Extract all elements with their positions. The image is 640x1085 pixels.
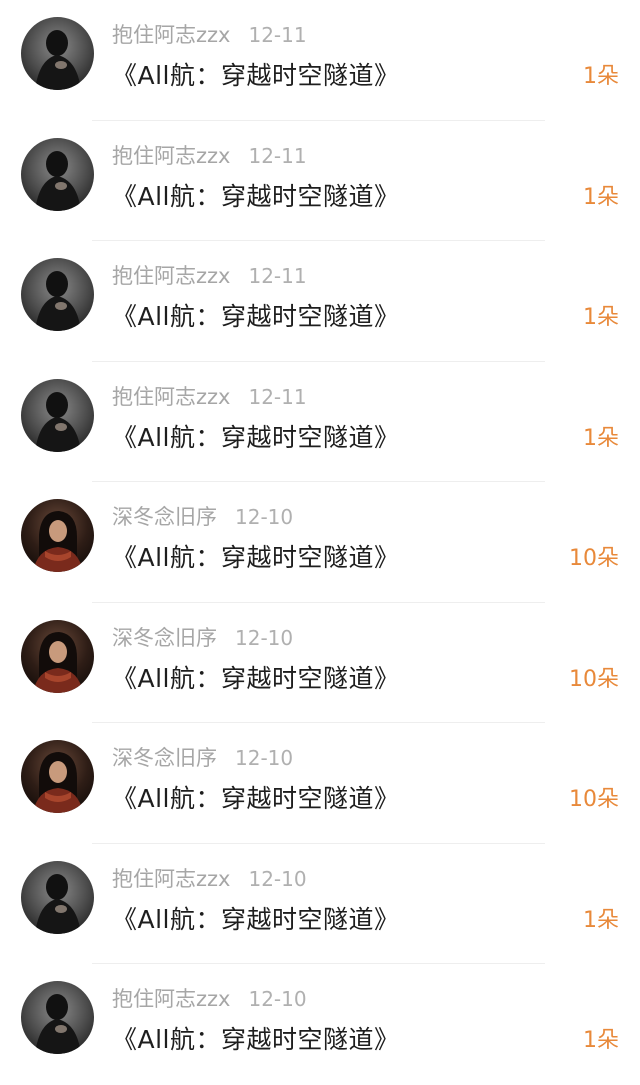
record-date: 12-10 — [235, 505, 294, 529]
record-meta: 深冬念旧序 12-10 — [112, 624, 293, 652]
avatar[interactable] — [21, 258, 94, 331]
list-item[interactable]: 抱住阿志zzx 12-11 《All航：穿越时空隧道》 1朵 — [0, 362, 640, 482]
record-meta: 抱住阿志zzx 12-10 — [112, 985, 307, 1013]
list-item[interactable]: 深冬念旧序 12-10 《All航：穿越时空隧道》 10朵 — [0, 723, 640, 844]
gift-count: 10朵 — [569, 546, 619, 571]
avatar[interactable] — [21, 499, 94, 572]
list-item[interactable]: 抱住阿志zzx 12-10 《All航：穿越时空隧道》 1朵 — [0, 844, 640, 964]
username[interactable]: 深冬念旧序 — [112, 626, 217, 650]
gift-count: 1朵 — [583, 425, 619, 451]
novel-title[interactable]: 《All航：穿越时空隧道》 — [112, 420, 400, 456]
record-date: 12-11 — [248, 23, 307, 47]
username[interactable]: 抱住阿志zzx — [112, 264, 230, 288]
avatar[interactable] — [21, 860, 94, 934]
record-date: 12-10 — [235, 625, 294, 650]
avatar[interactable] — [21, 137, 94, 211]
gift-count: 10朵 — [569, 787, 619, 812]
record-meta: 深冬念旧序 12-10 — [112, 503, 293, 531]
record-meta: 抱住阿志zzx 12-11 — [112, 262, 307, 290]
record-date: 12-10 — [248, 866, 307, 891]
record-date: 12-11 — [248, 384, 307, 409]
username[interactable]: 抱住阿志zzx — [112, 385, 230, 409]
gift-count: 1朵 — [583, 184, 619, 210]
username[interactable]: 抱住阿志zzx — [112, 144, 230, 168]
list-item[interactable]: 深冬念旧序 12-10 《All航：穿越时空隧道》 10朵 — [0, 603, 640, 723]
novel-title[interactable]: 《All航：穿越时空隧道》 — [112, 902, 400, 938]
novel-title[interactable]: 《All航：穿越时空隧道》 — [112, 58, 400, 94]
record-date: 12-10 — [235, 746, 294, 770]
record-date: 12-10 — [248, 987, 307, 1011]
record-meta: 抱住阿志zzx 12-11 — [112, 21, 307, 49]
username[interactable]: 抱住阿志zzx — [112, 23, 230, 47]
avatar[interactable] — [21, 17, 94, 90]
gift-record-list: 抱住阿志zzx 12-11 《All航：穿越时空隧道》 1朵 抱住阿志zzx 12-… — [0, 0, 640, 1085]
list-item[interactable]: 抱住阿志zzx 12-11 《All航：穿越时空隧道》 1朵 — [0, 121, 640, 241]
gift-count: 1朵 — [583, 907, 619, 933]
avatar[interactable] — [21, 740, 94, 813]
record-date: 12-11 — [248, 264, 307, 288]
record-meta: 抱住阿志zzx 12-11 — [112, 383, 307, 411]
novel-title[interactable]: 《All航：穿越时空隧道》 — [112, 540, 400, 576]
username[interactable]: 抱住阿志zzx — [112, 987, 230, 1011]
novel-title[interactable]: 《All航：穿越时空隧道》 — [112, 1022, 400, 1058]
username[interactable]: 深冬念旧序 — [112, 746, 217, 770]
avatar[interactable] — [21, 981, 94, 1054]
record-meta: 抱住阿志zzx 12-10 — [112, 865, 307, 893]
avatar[interactable] — [21, 378, 94, 452]
novel-title[interactable]: 《All航：穿越时空隧道》 — [112, 299, 400, 335]
username[interactable]: 抱住阿志zzx — [112, 867, 230, 891]
novel-title[interactable]: 《All航：穿越时空隧道》 — [112, 661, 400, 697]
list-item[interactable]: 抱住阿志zzx 12-11 《All航：穿越时空隧道》 1朵 — [0, 0, 640, 121]
list-item[interactable]: 抱住阿志zzx 12-11 《All航：穿越时空隧道》 1朵 — [0, 241, 640, 362]
gift-count: 1朵 — [583, 64, 619, 89]
list-item[interactable]: 抱住阿志zzx 12-10 《All航：穿越时空隧道》 1朵 — [0, 964, 640, 1085]
list-item[interactable]: 深冬念旧序 12-10 《All航：穿越时空隧道》 10朵 — [0, 482, 640, 603]
gift-count: 10朵 — [569, 666, 619, 692]
novel-title[interactable]: 《All航：穿越时空隧道》 — [112, 179, 400, 215]
gift-count: 1朵 — [583, 1028, 619, 1053]
novel-title[interactable]: 《All航：穿越时空隧道》 — [112, 781, 400, 817]
record-meta: 抱住阿志zzx 12-11 — [112, 142, 307, 170]
gift-count: 1朵 — [583, 305, 619, 330]
username[interactable]: 深冬念旧序 — [112, 505, 217, 529]
record-date: 12-11 — [248, 143, 307, 168]
avatar[interactable] — [21, 619, 94, 693]
record-meta: 深冬念旧序 12-10 — [112, 744, 293, 772]
